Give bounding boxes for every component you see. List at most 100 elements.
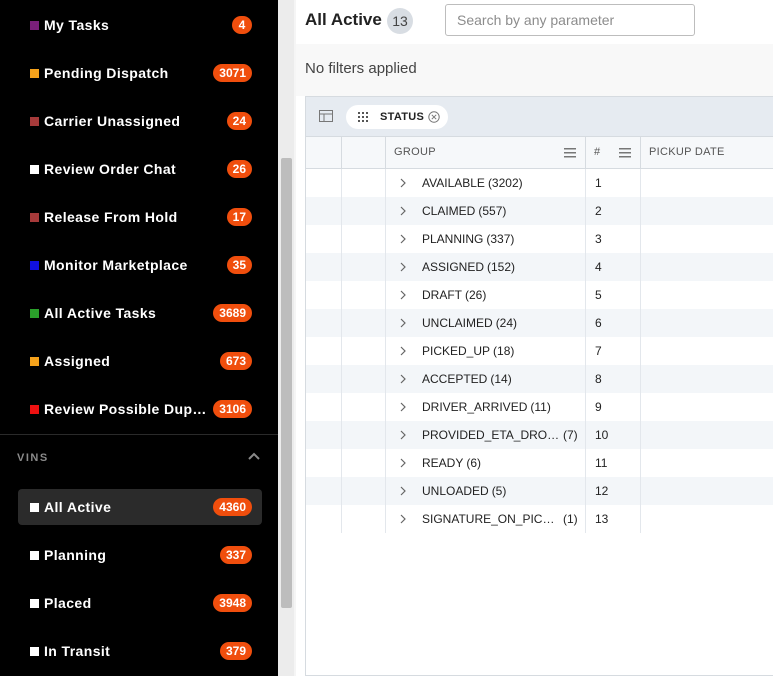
drag-handle-icon[interactable] — [358, 112, 370, 122]
cell-divider — [341, 281, 342, 309]
status-color-square — [30, 212, 39, 222]
group-chip-status[interactable]: STATUS — [346, 105, 448, 129]
sidebar-item-review-possible-duplicates[interactable]: Review Possible Duplicates 3106 — [18, 391, 262, 427]
column-header-number[interactable]: # — [594, 137, 600, 168]
sidebar-item-monitor-marketplace[interactable]: Monitor Marketplace 35 — [18, 247, 262, 283]
sidebar-item-assigned[interactable]: Assigned 673 — [18, 343, 262, 379]
status-color-square — [30, 404, 39, 414]
group-value: DRIVER_ARRIVED — [422, 400, 528, 414]
grid-body: AVAILABLE (3202) 1 CLAIMED (557) 2 PLANNING (33… — [306, 169, 773, 533]
group-row[interactable]: UNCLAIMED (24) 6 — [306, 309, 773, 337]
row-number: 7 — [595, 344, 602, 358]
cell-divider — [385, 197, 386, 225]
group-value: PLANNING — [422, 232, 484, 246]
group-row[interactable]: CLAIMED (557) 2 — [306, 197, 773, 225]
group-row[interactable]: UNLOADED (5) 12 — [306, 477, 773, 505]
status-color-square — [30, 164, 39, 174]
group-value: UNLOADED — [422, 484, 489, 498]
chevron-right-icon[interactable] — [398, 346, 408, 356]
status-color-square — [30, 308, 39, 318]
cell-divider — [585, 281, 586, 309]
cell-divider — [640, 421, 641, 449]
column-menu-icon[interactable] — [564, 147, 576, 158]
sidebar-item-all-active[interactable]: All Active 4360 — [18, 489, 262, 525]
row-number: 6 — [595, 316, 602, 330]
group-row[interactable]: DRAFT (26) 5 — [306, 281, 773, 309]
close-circle-icon[interactable] — [428, 111, 440, 123]
column-menu-icon[interactable] — [619, 147, 631, 158]
sidebar-item-review-order-chat[interactable]: Review Order Chat 26 — [18, 151, 262, 187]
group-count: (14) — [490, 372, 512, 386]
group-row[interactable]: ACCEPTED (14) 8 — [306, 365, 773, 393]
header-separator[interactable] — [640, 137, 641, 168]
group-row[interactable]: PLANNING (337) 3 — [306, 225, 773, 253]
chevron-right-icon[interactable] — [398, 262, 408, 272]
chevron-right-icon[interactable] — [398, 486, 408, 496]
row-number: 13 — [595, 512, 609, 526]
sidebar-scrollbar-thumb[interactable] — [281, 158, 292, 608]
group-cell: UNLOADED (5) — [422, 484, 582, 498]
count-badge: 35 — [226, 256, 252, 274]
header-separator[interactable] — [341, 137, 342, 168]
group-cell: ASSIGNED (152) — [422, 260, 582, 274]
cell-divider — [640, 477, 641, 505]
chevron-right-icon[interactable] — [398, 458, 408, 468]
group-cell: DRAFT (26) — [422, 288, 582, 302]
group-row[interactable]: PROVIDED_ETA_DROPOFF(7) 10 — [306, 421, 773, 449]
header-separator[interactable] — [585, 137, 586, 168]
column-header-pickup-date[interactable]: PICKUP DATE — [649, 137, 725, 168]
cell-divider — [341, 477, 342, 505]
group-row[interactable]: READY (6) 11 — [306, 449, 773, 477]
group-row[interactable]: SIGNATURE_ON_PICKUP (1) 13 — [306, 505, 773, 533]
count-badge: 3689 — [213, 304, 252, 322]
cell-divider — [385, 169, 386, 197]
group-cell: PLANNING (337) — [422, 232, 582, 246]
chevron-right-icon[interactable] — [398, 374, 408, 384]
chevron-right-icon[interactable] — [398, 234, 408, 244]
row-number: 1 — [595, 176, 602, 190]
sidebar-item-carrier-unassigned[interactable]: Carrier Unassigned 24 — [18, 103, 262, 139]
sidebar-item-release-from-hold[interactable]: Release From Hold 17 — [18, 199, 262, 235]
group-count: (3202) — [487, 176, 523, 190]
sidebar-item-label: All Active — [44, 499, 112, 515]
chevron-right-icon[interactable] — [398, 178, 408, 188]
cell-divider — [640, 169, 641, 197]
cell-divider — [640, 393, 641, 421]
chevron-right-icon[interactable] — [398, 430, 408, 440]
sidebar-item-in-transit[interactable]: In Transit 379 — [18, 633, 262, 669]
group-cell: READY (6) — [422, 456, 582, 470]
cell-divider — [341, 505, 342, 533]
chevron-right-icon[interactable] — [398, 290, 408, 300]
sidebar-item-pending-dispatch[interactable]: Pending Dispatch 3071 — [18, 55, 262, 91]
sidebar-item-placed[interactable]: Placed 3948 — [18, 585, 262, 621]
group-value: READY — [422, 456, 464, 470]
chevron-right-icon[interactable] — [398, 514, 408, 524]
count-badge: 3106 — [213, 400, 252, 418]
group-value: ASSIGNED — [422, 260, 485, 274]
sidebar-item-my-tasks[interactable]: My Tasks 4 — [18, 7, 262, 43]
group-row[interactable]: DRIVER_ARRIVED (11) 9 — [306, 393, 773, 421]
count-badge: 3948 — [213, 594, 252, 612]
sidebar-item-all-active-tasks[interactable]: All Active Tasks 3689 — [18, 295, 262, 331]
header-separator[interactable] — [385, 137, 386, 168]
sidebar-item-label: Pending Dispatch — [44, 65, 169, 81]
chevron-right-icon[interactable] — [398, 206, 408, 216]
row-number: 5 — [595, 288, 602, 302]
group-count: (557) — [478, 204, 507, 218]
chevron-right-icon[interactable] — [398, 402, 408, 412]
group-count: (337) — [486, 232, 515, 246]
sidebar-item-planning[interactable]: Planning 337 — [18, 537, 262, 573]
row-number: 4 — [595, 260, 602, 274]
chevron-right-icon[interactable] — [398, 318, 408, 328]
column-header-group[interactable]: GROUP — [394, 137, 436, 168]
cell-divider — [585, 393, 586, 421]
chevron-up-icon[interactable] — [246, 449, 262, 465]
group-row[interactable]: ASSIGNED (152) 4 — [306, 253, 773, 281]
search-input[interactable] — [445, 4, 695, 36]
group-row[interactable]: PICKED_UP (18) 7 — [306, 337, 773, 365]
cell-divider — [585, 477, 586, 505]
cell-divider — [341, 449, 342, 477]
sidebar-item-label: Assigned — [44, 353, 111, 369]
group-row[interactable]: AVAILABLE (3202) 1 — [306, 169, 773, 197]
count-badge: 4360 — [213, 498, 252, 516]
